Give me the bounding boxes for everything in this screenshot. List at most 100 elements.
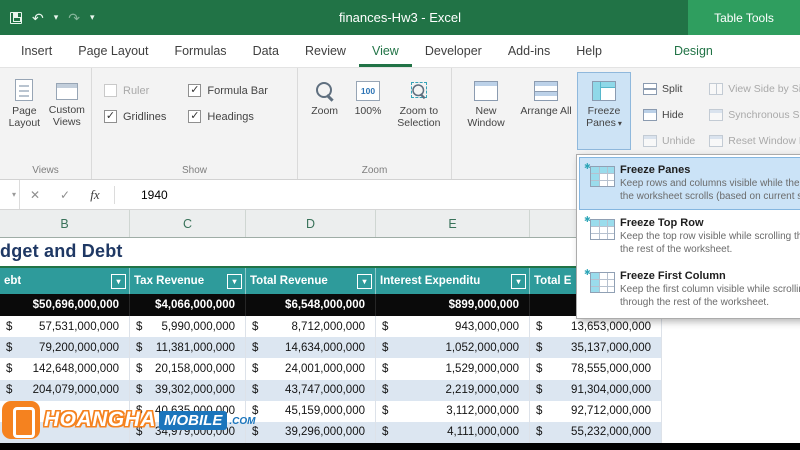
- zoom-group: Zoom 100 100% Zoom to Selection Zoom: [298, 68, 452, 179]
- headings-label: Headings: [207, 110, 254, 123]
- filter-button[interactable]: ▾: [227, 273, 242, 289]
- table-cell[interactable]: $39,296,000,000: [246, 421, 376, 444]
- zoom-100-icon: 100: [356, 81, 380, 101]
- zoom-100-button[interactable]: 100 100%: [348, 72, 388, 150]
- enter-button[interactable]: ✓: [50, 188, 80, 202]
- table-cell[interactable]: $899,000,000: [376, 294, 530, 316]
- redo-icon[interactable]: ↷: [68, 11, 80, 25]
- insert-function-button[interactable]: fx: [80, 187, 110, 203]
- table-cell[interactable]: $50,696,000,000: [0, 294, 130, 316]
- tab-help[interactable]: Help: [563, 35, 615, 67]
- table-cell[interactable]: $57,531,000,000: [0, 316, 130, 338]
- page-layout-button[interactable]: Page Layout: [5, 72, 44, 150]
- formula-bar-checkbox[interactable]: ✓ Formula Bar: [188, 84, 268, 97]
- name-box[interactable]: ▾: [0, 180, 20, 209]
- tab-insert[interactable]: Insert: [8, 35, 65, 67]
- menu-item-freeze-panes[interactable]: ✱ Freeze Panes Keep rows and columns vis…: [579, 157, 800, 210]
- table-cell[interactable]: $943,000,000: [376, 316, 530, 338]
- split-button[interactable]: Split: [640, 77, 698, 100]
- table-cell[interactable]: $4,111,000,000: [376, 421, 530, 444]
- zoom-button[interactable]: Zoom: [303, 72, 346, 150]
- tab-data[interactable]: Data: [240, 35, 292, 67]
- table-row[interactable]: $79,200,000,000 $11,381,000,000 $14,634,00…: [0, 337, 800, 359]
- table-cell[interactable]: $78,555,000,000: [530, 358, 662, 380]
- table-cell[interactable]: $43,747,000,000: [246, 379, 376, 401]
- column-header-c[interactable]: C: [130, 210, 246, 237]
- header-debt[interactable]: ebt ▾: [0, 268, 130, 294]
- table-row[interactable]: $204,079,000,000 $39,302,000,000 $43,747,0…: [0, 379, 800, 401]
- synchronous-scrolling-button[interactable]: Synchronous Scrolling: [706, 103, 800, 126]
- table-row[interactable]: $57,531,000,000 $5,990,000,000 $8,712,000,…: [0, 316, 800, 338]
- column-header-e[interactable]: E: [376, 210, 530, 237]
- tab-design[interactable]: Design: [661, 35, 726, 67]
- header-interest-expenditure[interactable]: Interest Expenditu ▾: [376, 268, 530, 294]
- table-cell[interactable]: $4,066,000,000: [130, 294, 246, 316]
- table-cell[interactable]: $1,052,000,000: [376, 337, 530, 359]
- menu-item-freeze-first-column[interactable]: ✱ Freeze First Column Keep the first col…: [579, 263, 800, 316]
- tab-review[interactable]: Review: [292, 35, 359, 67]
- cancel-button[interactable]: ✕: [20, 188, 50, 202]
- undo-dropdown-icon[interactable]: ▾: [54, 12, 59, 23]
- formula-input[interactable]: 1940: [119, 188, 168, 202]
- table-cell[interactable]: $92,712,000,000: [530, 400, 662, 422]
- custom-views-button[interactable]: Custom Views: [46, 72, 88, 150]
- header-total-expenditure-label: Total E: [534, 275, 572, 287]
- filter-button[interactable]: ▾: [111, 273, 126, 289]
- table-cell[interactable]: $204,079,000,000: [0, 379, 130, 401]
- tab-view[interactable]: View: [359, 35, 412, 67]
- table-cell[interactable]: $8,712,000,000: [246, 316, 376, 338]
- empty-cell[interactable]: [662, 358, 800, 380]
- empty-cell[interactable]: [662, 400, 800, 422]
- table-cell[interactable]: $39,302,000,000: [130, 379, 246, 401]
- undo-icon[interactable]: ↶: [32, 11, 44, 25]
- header-total-revenue[interactable]: Total Revenue ▾: [246, 268, 376, 294]
- view-side-by-side-button[interactable]: View Side by Side: [706, 77, 800, 100]
- table-cell[interactable]: $6,548,000,000: [246, 294, 376, 316]
- save-icon[interactable]: [10, 11, 22, 24]
- table-cell[interactable]: $79,200,000,000: [0, 337, 130, 359]
- tab-formulas[interactable]: Formulas: [161, 35, 239, 67]
- tab-page-layout[interactable]: Page Layout: [65, 35, 161, 67]
- table-cell[interactable]: $5,990,000,000: [130, 316, 246, 338]
- table-cell[interactable]: $20,158,000,000: [130, 358, 246, 380]
- table-cell[interactable]: $24,001,000,000: [246, 358, 376, 380]
- empty-cell[interactable]: [662, 421, 800, 444]
- zoom-100-label: 100%: [354, 105, 382, 117]
- ruler-checkbox[interactable]: Ruler: [104, 84, 166, 97]
- hide-button[interactable]: Hide: [640, 103, 698, 126]
- new-window-button[interactable]: New Window: [457, 72, 515, 150]
- table-cell[interactable]: $2,219,000,000: [376, 379, 530, 401]
- column-header-b[interactable]: B: [0, 210, 130, 237]
- table-cell[interactable]: $14,634,000,000: [246, 337, 376, 359]
- table-cell[interactable]: $3,112,000,000: [376, 400, 530, 422]
- zoom-to-selection-button[interactable]: Zoom to Selection: [390, 72, 448, 150]
- table-cell[interactable]: $45,159,000,000: [246, 400, 376, 422]
- gridlines-checkbox[interactable]: ✓ Gridlines: [104, 110, 166, 123]
- table-cell[interactable]: $91,304,000,000: [530, 379, 662, 401]
- table-cell[interactable]: $55,232,000,000: [530, 421, 662, 444]
- empty-cell[interactable]: [662, 337, 800, 359]
- unhide-button[interactable]: Unhide: [640, 129, 698, 152]
- table-row[interactable]: $142,648,000,000 $20,158,000,000 $24,001,0…: [0, 358, 800, 380]
- tab-developer[interactable]: Developer: [412, 35, 495, 67]
- table-cell[interactable]: $1,529,000,000: [376, 358, 530, 380]
- empty-cell[interactable]: [662, 379, 800, 401]
- filter-button[interactable]: ▾: [511, 273, 526, 289]
- header-tax-revenue[interactable]: Tax Revenue ▾: [130, 268, 246, 294]
- table-cell[interactable]: $13,653,000,000: [530, 316, 662, 338]
- table-cell[interactable]: $11,381,000,000: [130, 337, 246, 359]
- tab-add-ins[interactable]: Add-ins: [495, 35, 563, 67]
- sheet-title[interactable]: dget and Debt: [0, 241, 123, 262]
- empty-cell[interactable]: [662, 316, 800, 338]
- reset-window-position-button[interactable]: Reset Window Position: [706, 129, 800, 152]
- watermark-logo: HOANGHA MOBILE .COM: [2, 399, 255, 441]
- table-cell[interactable]: $142,648,000,000: [0, 358, 130, 380]
- column-header-d[interactable]: D: [246, 210, 376, 237]
- qat-customize-icon[interactable]: ▾: [90, 12, 95, 23]
- menu-item-freeze-top-row[interactable]: ✱ Freeze Top Row Keep the top row visibl…: [579, 210, 800, 263]
- headings-checkbox[interactable]: ✓ Headings: [188, 110, 268, 123]
- freeze-panes-button[interactable]: Freeze Panes ▾: [577, 72, 631, 150]
- arrange-all-button[interactable]: Arrange All: [517, 72, 575, 150]
- filter-button[interactable]: ▾: [357, 273, 372, 289]
- table-cell[interactable]: $35,137,000,000: [530, 337, 662, 359]
